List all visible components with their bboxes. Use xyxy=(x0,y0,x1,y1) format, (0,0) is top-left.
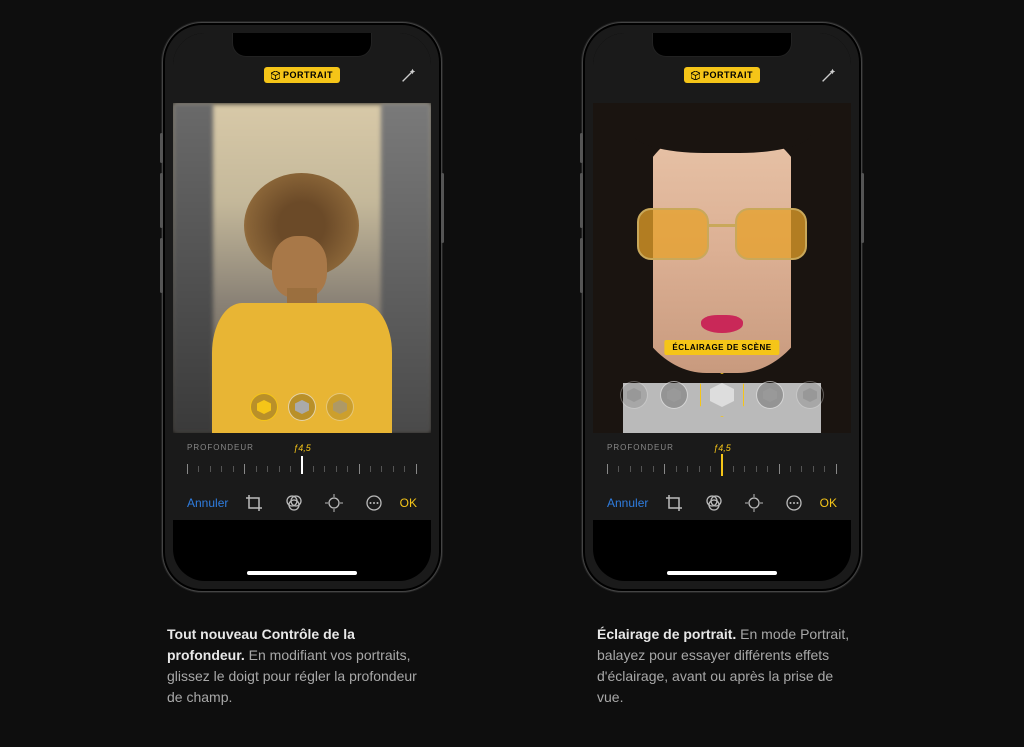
lighting-option[interactable] xyxy=(288,393,316,421)
adjust-icon[interactable] xyxy=(745,494,763,512)
lighting-option[interactable] xyxy=(620,381,648,409)
home-indicator xyxy=(667,571,777,575)
portrait-badge: PORTRAIT xyxy=(264,67,340,83)
editor-controls: PROFONDEUR ƒ4,5 Annuler xyxy=(173,433,431,520)
notch xyxy=(232,33,372,57)
ok-button[interactable]: OK xyxy=(400,496,417,510)
portrait-photo xyxy=(173,103,431,433)
cube-icon xyxy=(691,71,700,80)
phone-mockup-right: PORTRAIT ÉCLAIRAGE DE SCÈNE xyxy=(582,22,862,592)
slider-indicator xyxy=(301,456,303,474)
depth-slider[interactable] xyxy=(607,458,837,480)
cancel-button[interactable]: Annuler xyxy=(187,496,228,510)
caption-right: Éclairage de portrait. En mode Portrait,… xyxy=(597,624,857,708)
lighting-option[interactable] xyxy=(660,381,688,409)
depth-slider[interactable] xyxy=(187,458,417,480)
lighting-option[interactable] xyxy=(756,381,784,409)
screen-right: PORTRAIT ÉCLAIRAGE DE SCÈNE xyxy=(593,33,851,581)
editor-controls: PROFONDEUR ƒ4,5 Annuler xyxy=(593,433,851,520)
cube-icon xyxy=(271,71,280,80)
slider-indicator xyxy=(721,454,723,476)
editor-toolbar: Annuler OK xyxy=(187,490,417,512)
crop-icon[interactable] xyxy=(245,494,263,512)
magic-wand-icon[interactable] xyxy=(819,67,837,85)
notch xyxy=(652,33,792,57)
phone-mockup-left: PORTRAIT xyxy=(162,22,442,592)
editor-toolbar: Annuler OK xyxy=(607,490,837,512)
aperture-value: ƒ4,5 xyxy=(293,443,311,453)
depth-label: PROFONDEUR xyxy=(187,443,254,452)
lighting-option[interactable] xyxy=(326,393,354,421)
filters-icon[interactable] xyxy=(285,494,303,512)
filters-icon[interactable] xyxy=(705,494,723,512)
scene-lighting-label: ÉCLAIRAGE DE SCÈNE xyxy=(664,340,779,355)
home-indicator xyxy=(247,571,357,575)
lighting-option-selected[interactable] xyxy=(250,393,278,421)
ok-button[interactable]: OK xyxy=(820,496,837,510)
portrait-badge-label: PORTRAIT xyxy=(703,70,753,80)
crop-icon[interactable] xyxy=(665,494,683,512)
aperture-value: ƒ4,5 xyxy=(713,443,731,453)
depth-label: PROFONDEUR xyxy=(607,443,674,452)
lighting-option[interactable] xyxy=(796,381,824,409)
lighting-option-selected[interactable] xyxy=(700,373,744,417)
caption-left: Tout nouveau Contrôle de la profondeur. … xyxy=(167,624,427,708)
cancel-button[interactable]: Annuler xyxy=(607,496,648,510)
magic-wand-icon[interactable] xyxy=(399,67,417,85)
lighting-options[interactable] xyxy=(250,393,354,421)
portrait-photo: ÉCLAIRAGE DE SCÈNE xyxy=(593,103,851,433)
portrait-badge: PORTRAIT xyxy=(684,67,760,83)
caption-right-bold: Éclairage de portrait. xyxy=(597,626,736,642)
more-icon[interactable] xyxy=(785,494,803,512)
lighting-options[interactable] xyxy=(620,373,824,417)
adjust-icon[interactable] xyxy=(325,494,343,512)
more-icon[interactable] xyxy=(365,494,383,512)
portrait-badge-label: PORTRAIT xyxy=(283,70,333,80)
screen-left: PORTRAIT xyxy=(173,33,431,581)
